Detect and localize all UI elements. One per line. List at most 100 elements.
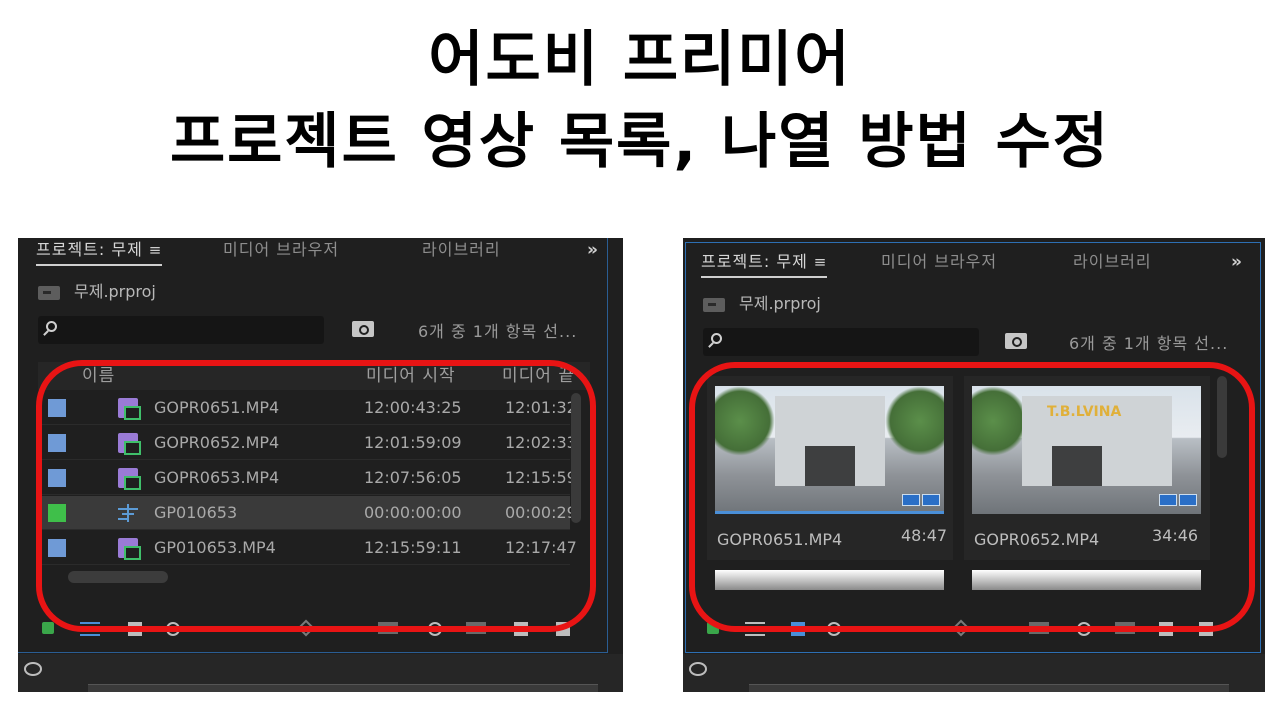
tab-project[interactable]: 프로젝트: 무제 ≡: [701, 250, 828, 278]
label-color-swatch[interactable]: [48, 399, 66, 417]
search-input[interactable]: [703, 328, 979, 356]
new-bin-toolbar-icon[interactable]: [466, 622, 486, 634]
column-media-start[interactable]: 미디어 시작: [366, 362, 456, 390]
creative-cloud-icon[interactable]: [689, 662, 707, 676]
tab-media-browser[interactable]: 미디어 브라우저: [881, 250, 997, 274]
tab-overflow-icon[interactable]: »: [587, 238, 598, 262]
panel-menu-icon[interactable]: ≡: [149, 241, 163, 259]
tab-project-label: 프로젝트: 무제: [701, 252, 808, 271]
project-panel-icon-view: 프로젝트: 무제 ≡ 미디어 브라우저 라이브러리 » 무제.prproj 6개 …: [683, 238, 1265, 692]
thumbnail-sign-text: T.B.LVINA: [1047, 404, 1122, 420]
thumbnail-clip-duration: 48:47: [901, 526, 948, 545]
lock-icon[interactable]: [707, 622, 719, 634]
clip-media-end: 12:15:59: [505, 468, 577, 487]
clip-media-start: 12:01:59:09: [364, 433, 462, 452]
automate-to-sequence-icon[interactable]: [378, 622, 398, 634]
tab-libraries[interactable]: 라이브러리: [422, 238, 501, 262]
thumbnail-clip-name: GOPR0651.MP4: [717, 530, 843, 549]
label-color-swatch[interactable]: [48, 504, 66, 522]
search-icon: [46, 321, 57, 332]
project-folder-icon: [703, 297, 725, 312]
clip-media-end: 12:17:47: [505, 538, 577, 557]
project-file-name: 무제.prproj: [74, 282, 156, 301]
footer-bar: [88, 684, 598, 692]
project-file-row: 무제.prproj: [38, 280, 156, 304]
table-row[interactable]: GOPR0652.MP4 12:01:59:09 12:02:33: [38, 426, 577, 460]
clear-icon[interactable]: [556, 622, 570, 636]
video-thumbnail-partial[interactable]: [972, 570, 1201, 590]
clip-name: GOPR0652.MP4: [154, 433, 280, 452]
table-row[interactable]: GOPR0653.MP4 12:07:56:05 12:15:59: [38, 461, 577, 495]
new-item-icon[interactable]: [514, 622, 528, 636]
sort-icon[interactable]: [952, 619, 970, 637]
column-name[interactable]: 이름: [82, 362, 115, 390]
clip-media-start: 12:15:59:11: [364, 538, 462, 557]
lock-icon[interactable]: [42, 622, 54, 634]
automate-to-sequence-icon[interactable]: [1029, 622, 1049, 634]
sort-icon[interactable]: [297, 619, 315, 637]
freeform-view-icon[interactable]: [827, 622, 841, 636]
audio-badge-icon: [922, 494, 940, 506]
search-icon: [711, 333, 722, 344]
vertical-scrollbar[interactable]: [1217, 376, 1227, 458]
video-clip-icon: [118, 538, 141, 560]
video-thumbnail[interactable]: T.B.LVINA: [972, 386, 1201, 514]
title-line-1: 어도비 프리미어: [428, 25, 852, 95]
tab-media-browser[interactable]: 미디어 브라우저: [223, 238, 339, 262]
search-input[interactable]: [38, 316, 324, 344]
thumbnail-clip-name: GOPR0652.MP4: [974, 530, 1100, 549]
find-icon[interactable]: [428, 622, 442, 636]
clear-icon[interactable]: [1199, 622, 1213, 636]
panel-menu-icon[interactable]: ≡: [814, 253, 828, 271]
video-thumbnail-partial[interactable]: [715, 570, 944, 590]
video-clip-icon: [118, 468, 141, 490]
new-bin-toolbar-icon[interactable]: [1115, 622, 1135, 634]
icon-view-icon[interactable]: [128, 622, 142, 636]
video-thumbnail[interactable]: [715, 386, 944, 514]
list-view-icon[interactable]: [745, 622, 765, 636]
table-row-selected[interactable]: GP010653 00:00:00:00 00:00:29: [38, 496, 577, 530]
vertical-scrollbar[interactable]: [571, 393, 581, 523]
new-bin-icon[interactable]: [1005, 333, 1027, 349]
title-line-2: 프로젝트 영상 목록, 나열 방법 수정: [169, 107, 1111, 177]
panel-toolbar: [703, 616, 1233, 640]
tab-libraries[interactable]: 라이브러리: [1073, 250, 1152, 274]
clip-name: GOPR0653.MP4: [154, 468, 280, 487]
label-color-swatch[interactable]: [48, 539, 66, 557]
media-thumbnail-card[interactable]: T.B.LVINA GOPR0652.MP4 34:46: [964, 376, 1210, 560]
footer-bar: [749, 684, 1229, 692]
clip-media-start: 12:07:56:05: [364, 468, 462, 487]
column-media-end[interactable]: 미디어 끝: [502, 362, 575, 390]
tab-overflow-icon[interactable]: »: [1231, 250, 1242, 274]
label-color-swatch[interactable]: [48, 434, 66, 452]
project-panel-list-view: 프로젝트: 무제 ≡ 미디어 브라우저 라이브러리 » 무제.prproj 6개 …: [18, 238, 623, 692]
clip-media-end: 12:02:33: [505, 433, 577, 452]
label-color-swatch[interactable]: [48, 469, 66, 487]
icon-view-icon[interactable]: [791, 622, 805, 636]
panel-tabs: 프로젝트: 무제 ≡ 미디어 브라우저 라이브러리 »: [18, 238, 623, 268]
sequence-media-end: 00:00:29: [505, 503, 577, 522]
media-type-badges: [900, 491, 940, 510]
audio-badge-icon: [1179, 494, 1197, 506]
horizontal-scrollbar[interactable]: [68, 571, 168, 583]
panel-tabs: 프로젝트: 무제 ≡ 미디어 브라우저 라이브러리 »: [683, 250, 1265, 280]
freeform-view-icon[interactable]: [166, 622, 180, 636]
selection-count: 6개 중 1개 항목 선...: [418, 322, 578, 341]
clip-name: GOPR0651.MP4: [154, 398, 280, 417]
video-badge-icon: [1159, 494, 1177, 506]
tab-project[interactable]: 프로젝트: 무제 ≡: [36, 238, 163, 266]
panel-footer: [18, 654, 623, 692]
list-view-icon[interactable]: [80, 622, 100, 636]
video-badge-icon: [902, 494, 920, 506]
tab-project-label: 프로젝트: 무제: [36, 240, 143, 259]
panel-toolbar: [38, 616, 578, 640]
new-bin-icon[interactable]: [352, 321, 374, 337]
find-icon[interactable]: [1077, 622, 1091, 636]
new-item-icon[interactable]: [1159, 622, 1173, 636]
thumbnail-scrub-bar[interactable]: [715, 511, 944, 514]
table-row[interactable]: GOPR0651.MP4 12:00:43:25 12:01:32: [38, 391, 577, 425]
creative-cloud-icon[interactable]: [24, 662, 42, 676]
media-thumbnail-card[interactable]: GOPR0651.MP4 48:47: [707, 376, 953, 560]
list-header: 이름 미디어 시작 미디어 끝: [38, 362, 590, 390]
table-row[interactable]: GP010653.MP4 12:15:59:11 12:17:47: [38, 531, 577, 565]
